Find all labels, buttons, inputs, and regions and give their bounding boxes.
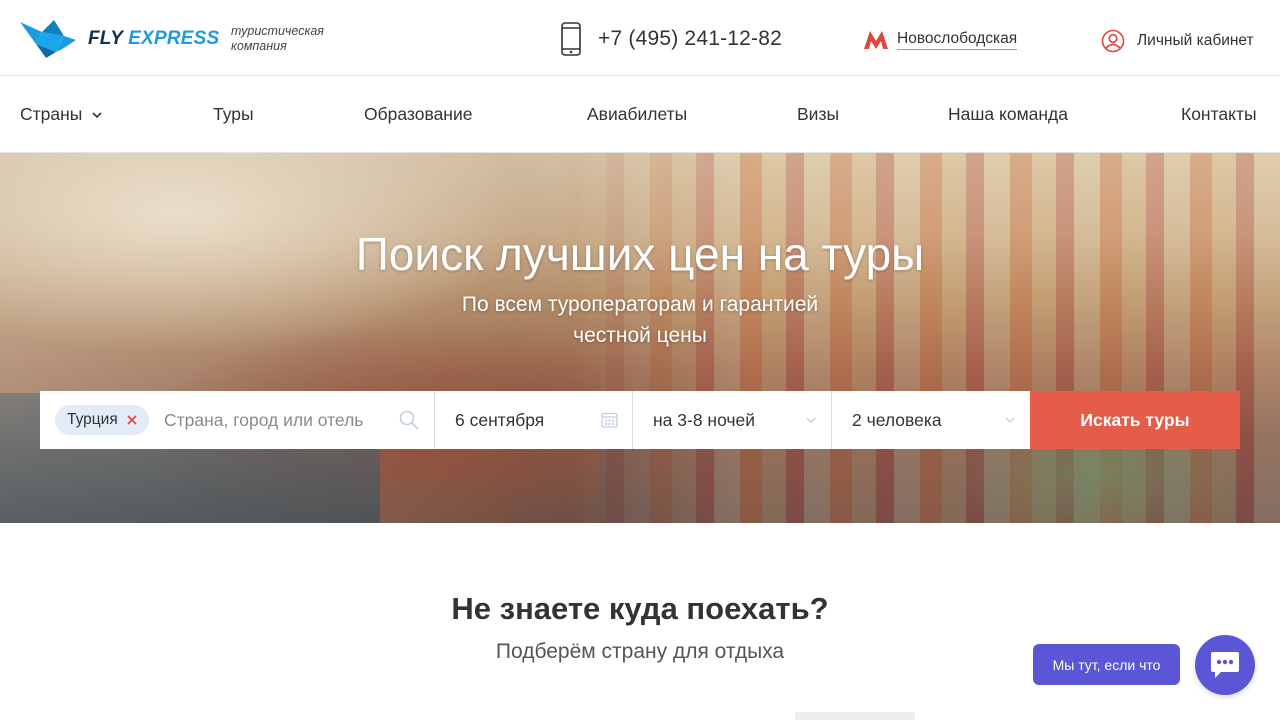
nav-item-education[interactable]: Образование bbox=[364, 104, 472, 125]
section-title: Не знаете куда поехать? bbox=[451, 591, 829, 626]
search-tours-button[interactable]: Искать туры bbox=[1030, 391, 1240, 449]
nav-item-label: Наша команда bbox=[948, 104, 1068, 124]
hero-title: Поиск лучших цен на туры bbox=[355, 228, 925, 280]
tour-search-form: Турция 6 сентября на 3-8 ночей bbox=[40, 391, 1240, 449]
phone-link[interactable]: +7 (495) 241-12-82 bbox=[560, 22, 782, 56]
card-preview bbox=[795, 712, 915, 720]
travelers-value: 2 человека bbox=[852, 410, 942, 430]
calendar-icon bbox=[601, 412, 618, 428]
account-label: Личный кабинет bbox=[1137, 32, 1254, 49]
nights-select[interactable]: на 3-8 ночей bbox=[633, 391, 832, 449]
nav-item-label: Образование bbox=[364, 104, 473, 124]
chevron-down-icon bbox=[806, 417, 816, 424]
mobile-phone-icon bbox=[561, 22, 581, 56]
nav-item-label: Авиабилеты bbox=[587, 104, 688, 124]
logo-subtitle: туристическая компания bbox=[231, 24, 324, 53]
chat-button[interactable] bbox=[1195, 635, 1255, 695]
hero-subtitle-line: честной цены bbox=[573, 324, 707, 347]
bird-logo-icon bbox=[20, 20, 76, 58]
nav-item-countries[interactable]: Страны bbox=[20, 104, 103, 125]
search-icon[interactable] bbox=[399, 410, 419, 430]
hero-subtitle-line: По всем туроператорам и гарантией bbox=[461, 293, 819, 316]
site-header: FLY EXPRESS туристическая компания +7 (4… bbox=[0, 0, 1280, 76]
nav-item-label: Контакты bbox=[1181, 104, 1257, 124]
destination-input[interactable] bbox=[164, 405, 384, 435]
metro-station-name: Новослободская bbox=[897, 30, 1018, 50]
chat-bubble-icon bbox=[1211, 652, 1239, 678]
logo-fly: FLY bbox=[88, 28, 123, 49]
hero-banner: Поиск лучших цен на туры По всем туропер… bbox=[0, 153, 1280, 523]
main-nav: Страны Туры Образование Авиабилеты Визы … bbox=[0, 76, 1280, 153]
chevron-down-icon bbox=[1005, 417, 1015, 424]
account-link[interactable]: Личный кабинет bbox=[1101, 29, 1254, 53]
chat-prompt-bubble[interactable]: Мы тут, если что bbox=[1033, 644, 1180, 685]
metro-station[interactable]: Новослободская bbox=[864, 30, 1018, 50]
logo-wordmark: FLY EXPRESS bbox=[88, 28, 219, 50]
nav-item-contacts[interactable]: Контакты bbox=[1181, 104, 1257, 125]
phone-number: +7 (495) 241-12-82 bbox=[598, 27, 782, 50]
close-icon[interactable] bbox=[127, 415, 137, 425]
destination-chip-label: Турция bbox=[67, 411, 118, 428]
hero-subtitle: По всем туроператорам и гарантией честно… bbox=[440, 289, 840, 351]
nav-item-label: Визы bbox=[797, 104, 840, 124]
nav-item-flights[interactable]: Авиабилеты bbox=[587, 104, 687, 125]
chevron-down-icon bbox=[92, 111, 102, 118]
nights-value: на 3-8 ночей bbox=[653, 410, 756, 430]
logo[interactable]: FLY EXPRESS туристическая компания bbox=[20, 18, 324, 60]
logo-express: EXPRESS bbox=[128, 28, 220, 49]
nav-item-tours[interactable]: Туры bbox=[213, 104, 254, 125]
destination-field[interactable]: Турция bbox=[40, 391, 435, 449]
date-field[interactable]: 6 сентября bbox=[435, 391, 633, 449]
nav-item-visas[interactable]: Визы bbox=[797, 104, 839, 125]
user-circle-icon bbox=[1101, 29, 1125, 53]
metro-m-icon bbox=[864, 31, 888, 49]
date-value: 6 сентября bbox=[455, 410, 545, 430]
travelers-select[interactable]: 2 человека bbox=[832, 391, 1030, 449]
nav-item-label: Страны bbox=[20, 104, 83, 124]
destination-chip[interactable]: Турция bbox=[55, 405, 149, 435]
nav-item-team[interactable]: Наша команда bbox=[948, 104, 1068, 125]
nav-item-label: Туры bbox=[213, 104, 254, 124]
